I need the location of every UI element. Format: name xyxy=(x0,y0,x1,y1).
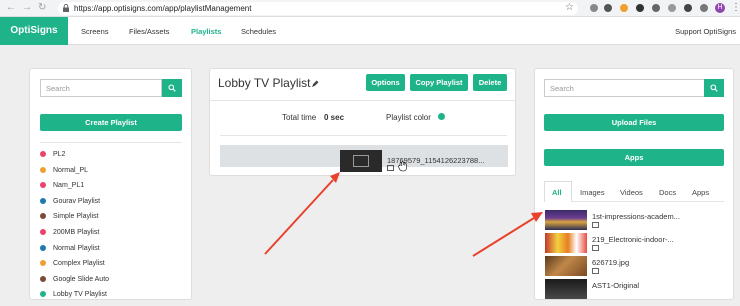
arrow-to-playlist xyxy=(264,179,334,255)
arrow-to-asset xyxy=(472,217,535,257)
arrow-head-icon xyxy=(531,212,543,222)
annotation-arrows xyxy=(264,172,543,257)
